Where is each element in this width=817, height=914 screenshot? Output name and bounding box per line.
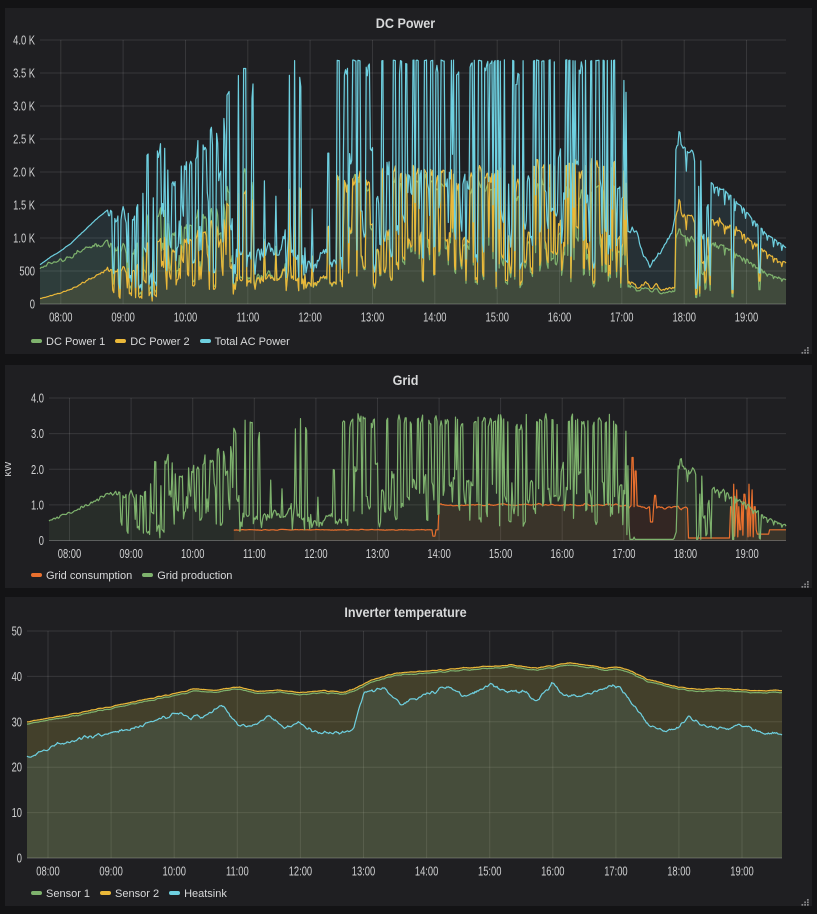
svg-text:08:00: 08:00 [49,311,72,325]
svg-text:14:00: 14:00 [415,865,438,879]
svg-text:Inverter temperature: Inverter temperature [344,604,466,620]
svg-text:11:00: 11:00 [226,865,249,879]
svg-text:20: 20 [12,762,22,776]
svg-text:4.0 K: 4.0 K [13,34,35,48]
svg-text:1.0: 1.0 [31,499,44,513]
svg-text:0: 0 [17,852,22,866]
svg-text:Grid: Grid [393,372,419,388]
svg-text:2.0 K: 2.0 K [13,166,35,180]
svg-text:09:00: 09:00 [119,548,142,562]
svg-text:30: 30 [12,716,22,730]
svg-text:13:00: 13:00 [361,311,384,325]
svg-text:16:00: 16:00 [541,865,564,879]
svg-text:kW: kW [5,461,14,476]
svg-text:10:00: 10:00 [174,311,197,325]
svg-text:50: 50 [12,625,22,639]
svg-text:09:00: 09:00 [111,311,134,325]
svg-text:15:00: 15:00 [485,311,508,325]
svg-text:40: 40 [12,671,22,685]
svg-text:2.5 K: 2.5 K [13,133,35,147]
svg-text:3.5 K: 3.5 K [13,67,35,81]
svg-text:4.0: 4.0 [31,392,44,406]
svg-text:3.0: 3.0 [31,428,44,442]
svg-text:12:00: 12:00 [298,311,321,325]
svg-text:1.0 K: 1.0 K [13,232,35,246]
svg-text:12:00: 12:00 [289,865,312,879]
svg-text:14:00: 14:00 [427,548,450,562]
svg-text:19:00: 19:00 [730,865,753,879]
svg-text:15:00: 15:00 [489,548,512,562]
svg-text:08:00: 08:00 [36,865,59,879]
svg-text:18:00: 18:00 [667,865,690,879]
svg-text:11:00: 11:00 [243,548,266,562]
svg-text:08:00: 08:00 [58,548,81,562]
svg-text:18:00: 18:00 [672,311,695,325]
svg-text:11:00: 11:00 [236,311,259,325]
svg-text:13:00: 13:00 [366,548,389,562]
svg-text:18:00: 18:00 [674,548,697,562]
svg-text:15:00: 15:00 [478,865,501,879]
svg-text:19:00: 19:00 [735,311,758,325]
svg-text:19:00: 19:00 [735,548,758,562]
svg-text:16:00: 16:00 [550,548,573,562]
svg-text:10:00: 10:00 [181,548,204,562]
svg-text:13:00: 13:00 [352,865,375,879]
svg-text:17:00: 17:00 [610,311,633,325]
svg-text:14:00: 14:00 [423,311,446,325]
svg-text:1.5 K: 1.5 K [13,199,35,213]
svg-text:09:00: 09:00 [99,865,122,879]
svg-text:16:00: 16:00 [548,311,571,325]
svg-text:3.0 K: 3.0 K [13,100,35,114]
svg-text:10: 10 [12,807,22,821]
svg-text:DC Power: DC Power [376,15,435,31]
svg-text:500: 500 [19,265,35,279]
svg-text:17:00: 17:00 [604,865,627,879]
svg-text:0: 0 [30,298,35,312]
svg-text:17:00: 17:00 [612,548,635,562]
svg-text:12:00: 12:00 [304,548,327,562]
svg-text:10:00: 10:00 [162,865,185,879]
svg-text:2.0: 2.0 [31,464,44,478]
svg-text:0: 0 [39,535,44,549]
